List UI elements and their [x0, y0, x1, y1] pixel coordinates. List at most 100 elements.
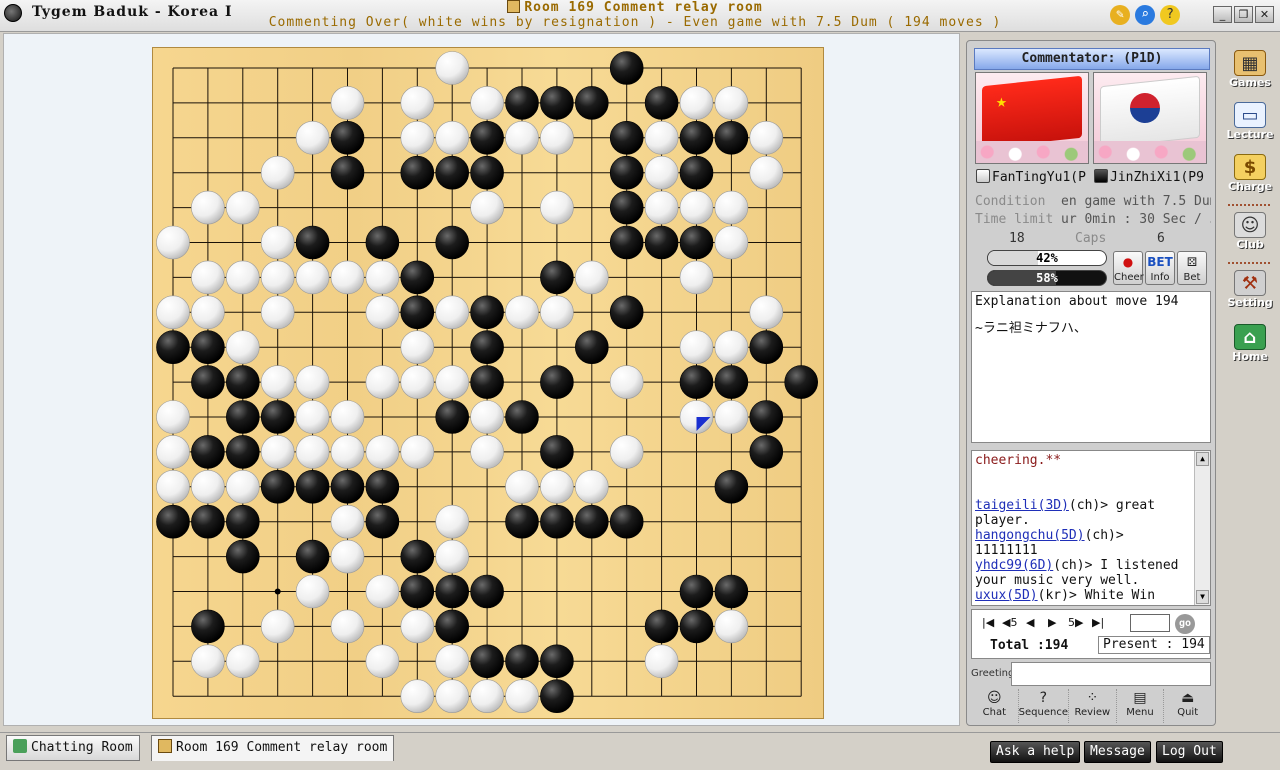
help-bulb-icon[interactable]: ? [1160, 5, 1180, 25]
korea-flag-image [1093, 72, 1207, 164]
white-stone [400, 365, 435, 399]
menu-tool-button[interactable]: ▤ Menu [1117, 689, 1165, 723]
white-stone [435, 51, 470, 85]
bet-button[interactable]: ⚄ Bet [1177, 251, 1207, 285]
setting-button[interactable]: ⚒ Setting [1226, 270, 1274, 314]
black-stone [226, 504, 260, 539]
go-board[interactable] [152, 47, 824, 719]
scroll-down-icon[interactable]: ▼ [1196, 590, 1209, 604]
black-stone [400, 155, 435, 190]
white-stone [365, 365, 400, 399]
paint-icon[interactable]: ✎ [1110, 5, 1130, 25]
white-stone [400, 679, 435, 714]
games-button[interactable]: ▦ Games [1226, 50, 1274, 94]
tab-chatting-room[interactable]: Chatting Room [6, 735, 140, 761]
last-move-button[interactable]: ▶| [1092, 616, 1104, 629]
move-number-input[interactable] [1130, 614, 1170, 632]
black-stone [470, 295, 504, 330]
star-point [274, 588, 281, 595]
back-five-button[interactable]: ◀5 [1002, 616, 1017, 629]
white-stone [365, 574, 400, 609]
charge-button[interactable]: $ Charge [1226, 154, 1274, 198]
restore-button[interactable]: ❐ [1234, 6, 1253, 23]
lecture-label: Lecture [1226, 128, 1274, 141]
black-stone [191, 504, 225, 539]
next-move-button[interactable]: ▶ [1048, 616, 1056, 629]
white-captures: 18 [1009, 231, 1025, 246]
scroll-up-icon[interactable]: ▲ [1196, 452, 1209, 466]
white-stone [191, 260, 225, 295]
white-stone [540, 121, 574, 155]
chat-scrollbar[interactable]: ▲ ▼ [1194, 451, 1210, 605]
tab-chatting-room-label: Chatting Room [31, 740, 133, 755]
quit-tool-button[interactable]: ⏏ Quit [1164, 689, 1211, 723]
move-explanation-box: Explanation about move 194 ~ラニ袒ミナフハ、 [971, 291, 1211, 443]
present-move: Present : 194 [1098, 636, 1210, 654]
white-stone [191, 469, 225, 504]
white-stone-icon [976, 169, 990, 183]
white-stone [191, 644, 225, 679]
white-stone [644, 155, 679, 190]
chat-nick[interactable]: yhdc99(6D) [975, 558, 1053, 573]
black-stone-icon [1094, 169, 1108, 183]
first-move-button[interactable]: |◀ [982, 616, 994, 629]
black-stone [470, 574, 504, 609]
black-stone [400, 295, 435, 330]
cheer-icon: ● [1122, 255, 1134, 269]
white-stone [714, 86, 749, 120]
white-stone [226, 190, 260, 225]
white-stone [260, 435, 295, 469]
info-button[interactable]: BET Info [1145, 251, 1175, 285]
message-button[interactable]: Message [1084, 741, 1151, 763]
black-stone [470, 365, 504, 399]
greeting-input[interactable] [1011, 662, 1211, 686]
white-stone [749, 155, 784, 190]
black-stone [435, 400, 470, 434]
close-button[interactable]: ✕ [1255, 6, 1274, 23]
review-tool-button[interactable]: ⁘ Review [1069, 689, 1117, 723]
black-player[interactable]: JinZhiXi1(P9 [1094, 169, 1210, 185]
white-stone [191, 295, 225, 330]
ask-help-button[interactable]: Ask a help [990, 741, 1081, 763]
go-button[interactable]: go [1175, 614, 1195, 634]
white-stone [330, 260, 365, 295]
black-stone [540, 679, 574, 714]
black-stone [574, 86, 609, 120]
white-stone [574, 469, 609, 504]
cheer-button[interactable]: ● Cheer [1113, 251, 1144, 285]
chat-nick[interactable]: uxux(5D) [975, 588, 1038, 603]
chat-nick[interactable]: taigeili(3D) [975, 498, 1069, 513]
log-out-button[interactable]: Log Out [1156, 741, 1223, 763]
time-limit-label: Time limit [975, 212, 1054, 227]
search-icon[interactable]: ⌕ [1135, 5, 1155, 25]
main-sidebar: ▦ Games ▭ Lecture $ Charge ☺ Club ⚒ Setting ⌂… [1222, 40, 1274, 726]
board-canvas[interactable] [153, 48, 825, 720]
sequence-tool-button[interactable]: ? Sequence [1019, 689, 1069, 723]
black-stone [749, 400, 784, 434]
quit-tool-label: Quit [1177, 707, 1199, 718]
black-stone [295, 225, 330, 260]
minimize-button[interactable]: _ [1213, 6, 1232, 23]
chat-tool-button[interactable]: ☺ Chat [971, 689, 1019, 723]
home-button[interactable]: ⌂ Home [1226, 324, 1274, 368]
tab-room-169[interactable]: Room 169 Comment relay room [151, 735, 395, 761]
white-stone [609, 365, 644, 399]
white-player[interactable]: FanTingYu1(P [976, 169, 1090, 185]
chat-nick[interactable]: hangongchu(5D) [975, 528, 1085, 543]
white-stone [260, 225, 295, 260]
home-house-icon: ⌂ [1234, 324, 1266, 350]
prev-move-button[interactable]: ◀ [1026, 616, 1034, 629]
black-stone [330, 469, 365, 504]
black-stone [749, 330, 784, 365]
white-stone [505, 469, 539, 504]
room-subtitle: Commenting Over( white wins by resignati… [268, 15, 1002, 30]
lecture-button[interactable]: ▭ Lecture [1226, 102, 1274, 146]
forward-five-button[interactable]: 5▶ [1068, 616, 1083, 629]
white-stone [435, 504, 470, 539]
white-stone [505, 679, 539, 714]
chat-text: > White Win [1068, 588, 1156, 603]
bottom-bar: Chatting Room Room 169 Comment relay roo… [0, 732, 1280, 770]
chat-log[interactable]: cheering.** taigeili(3D)(ch)> great play… [971, 450, 1211, 606]
club-button[interactable]: ☺ Club [1226, 212, 1274, 256]
white-stone [714, 400, 749, 434]
